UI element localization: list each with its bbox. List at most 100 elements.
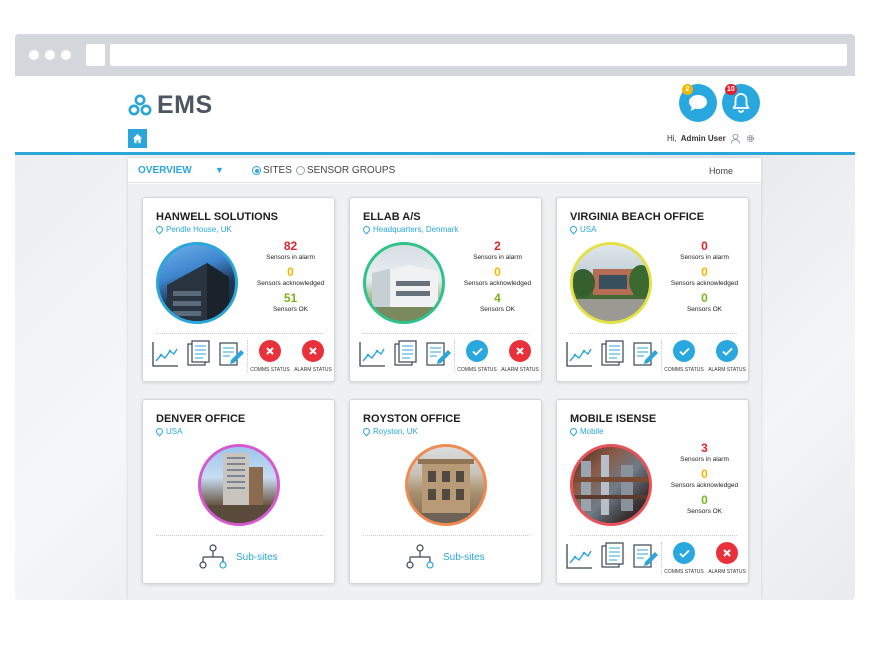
alarm-status-label: ALARM STATUS bbox=[501, 367, 539, 373]
alarm-label: Sensors in alarm bbox=[680, 456, 729, 463]
report-icon[interactable] bbox=[392, 340, 420, 368]
chart-icon[interactable] bbox=[565, 340, 593, 368]
ok-count: 0 bbox=[701, 493, 708, 507]
alarm-status[interactable]: ALARM STATUS bbox=[702, 340, 752, 373]
edit-icon[interactable] bbox=[217, 340, 245, 368]
address-bar[interactable] bbox=[110, 44, 847, 66]
report-icon[interactable] bbox=[185, 340, 213, 368]
chevron-down-icon[interactable]: ▼ bbox=[215, 165, 224, 175]
edit-icon[interactable] bbox=[631, 542, 659, 570]
ok-label: Sensors OK bbox=[686, 508, 723, 515]
site-location-text: Pendle House, UK bbox=[166, 225, 232, 234]
site-location[interactable]: Mobile bbox=[568, 426, 604, 437]
browser-tab[interactable] bbox=[86, 44, 105, 66]
home-icon bbox=[132, 133, 143, 144]
location-pin-icon bbox=[154, 426, 165, 437]
sensor-stats: 2 Sensors in alarm 0 Sensors acknowledge… bbox=[460, 239, 535, 317]
ok-label: Sensors OK bbox=[272, 306, 309, 313]
alarm-status-label: ALARM STATUS bbox=[294, 367, 332, 373]
ok-count: 0 bbox=[701, 291, 708, 305]
site-location-text: Royston, UK bbox=[373, 427, 418, 436]
site-location-text: Mobile bbox=[580, 427, 604, 436]
edit-icon[interactable] bbox=[631, 340, 659, 368]
alarm-label: Sensors in alarm bbox=[680, 254, 729, 261]
chat-icon bbox=[689, 95, 707, 111]
checkmark-icon bbox=[673, 340, 695, 362]
site-title: DENVER OFFICE bbox=[156, 413, 246, 425]
overview-dropdown[interactable]: OVERVIEW bbox=[138, 165, 192, 176]
alarm-count: 2 bbox=[494, 239, 501, 253]
site-card[interactable]: VIRGINIA BEACH OFFICE USA 0 Sensors in a… bbox=[556, 197, 749, 382]
ok-count: 4 bbox=[494, 291, 501, 305]
site-card[interactable]: MOBILE ISENSE Mobile 3 Sensors in alarm … bbox=[556, 399, 749, 584]
sensor-groups-label[interactable]: SENSOR GROUPS bbox=[307, 165, 395, 176]
ack-count: 0 bbox=[287, 265, 294, 279]
site-card[interactable]: ROYSTON OFFICE Royston, UK Sub-sites bbox=[349, 399, 542, 584]
home-button[interactable] bbox=[128, 129, 147, 148]
gear-icon[interactable] bbox=[745, 133, 756, 144]
alarm-count: 82 bbox=[283, 239, 298, 253]
card-actions: COMMS STATUS ALARM STATUS bbox=[563, 340, 748, 375]
sitemap-icon bbox=[406, 544, 434, 569]
sites-radio[interactable] bbox=[252, 166, 261, 175]
close-icon bbox=[302, 340, 324, 362]
report-icon[interactable] bbox=[599, 340, 627, 368]
location-pin-icon bbox=[568, 426, 579, 437]
alarm-status[interactable]: ALARM STATUS bbox=[288, 340, 338, 373]
card-divider bbox=[156, 535, 323, 536]
alarm-status[interactable]: ALARM STATUS bbox=[702, 542, 752, 575]
site-location[interactable]: Pendle House, UK bbox=[154, 224, 232, 235]
site-location-text: USA bbox=[580, 225, 597, 234]
site-card[interactable]: HANWELL SOLUTIONS Pendle House, UK 82 Se… bbox=[142, 197, 335, 382]
site-location[interactable]: Royston, UK bbox=[361, 426, 418, 437]
browser-toolbar bbox=[15, 34, 855, 76]
site-location[interactable]: USA bbox=[154, 426, 183, 437]
subsites-link[interactable]: Sub-sites bbox=[198, 544, 278, 570]
chart-icon[interactable] bbox=[565, 542, 593, 570]
close-icon bbox=[509, 340, 531, 362]
building-image bbox=[201, 453, 277, 523]
building-image bbox=[366, 265, 442, 321]
building-image bbox=[408, 459, 484, 523]
sensor-stats: 0 Sensors in alarm 0 Sensors acknowledge… bbox=[667, 239, 742, 317]
card-divider bbox=[570, 333, 737, 334]
site-location-text: USA bbox=[166, 427, 183, 436]
card-actions: COMMS STATUS ALARM STATUS bbox=[149, 340, 334, 375]
sensor-groups-radio[interactable] bbox=[295, 166, 305, 175]
messages-badge: 2 bbox=[682, 84, 693, 95]
subsites-link[interactable]: Sub-sites bbox=[405, 544, 485, 570]
user-icon[interactable] bbox=[730, 133, 741, 144]
view-toolbar: OVERVIEW ▼ SITES SENSOR GROUPS Home bbox=[128, 158, 761, 183]
site-photo bbox=[405, 444, 487, 526]
site-photo bbox=[156, 242, 238, 324]
alarm-status[interactable]: ALARM STATUS bbox=[495, 340, 545, 373]
ack-label: Sensors acknowledged bbox=[256, 280, 325, 287]
chart-icon[interactable] bbox=[358, 340, 386, 368]
card-divider bbox=[363, 535, 530, 536]
alarm-status-label: ALARM STATUS bbox=[708, 569, 746, 575]
alarm-label: Sensors in alarm bbox=[266, 254, 315, 261]
edit-icon[interactable] bbox=[424, 340, 452, 368]
chart-icon[interactable] bbox=[151, 340, 179, 368]
site-card[interactable]: ELLAB A/S Headquarters, Denmark 2 Sensor… bbox=[349, 197, 542, 382]
user-name: Admin User bbox=[680, 134, 726, 143]
app-logo[interactable]: EMS bbox=[128, 91, 213, 120]
site-title: MOBILE ISENSE bbox=[570, 413, 657, 425]
messages-button[interactable]: 2 bbox=[679, 84, 717, 122]
alarm-label: Sensors in alarm bbox=[473, 254, 522, 261]
ack-label: Sensors acknowledged bbox=[670, 482, 739, 489]
site-card[interactable]: DENVER OFFICE USA Sub-sites bbox=[142, 399, 335, 584]
breadcrumb[interactable]: Home bbox=[709, 166, 733, 176]
site-photo bbox=[363, 242, 445, 324]
report-icon[interactable] bbox=[599, 542, 627, 570]
alarms-button[interactable]: 10 bbox=[722, 84, 760, 122]
site-photo bbox=[570, 444, 652, 526]
view-switch: SITES SENSOR GROUPS bbox=[252, 165, 395, 176]
card-divider bbox=[363, 333, 530, 334]
window-dot bbox=[29, 50, 39, 60]
alarm-count: 0 bbox=[701, 239, 708, 253]
card-divider bbox=[570, 535, 737, 536]
site-location[interactable]: Headquarters, Denmark bbox=[361, 224, 458, 235]
site-location[interactable]: USA bbox=[568, 224, 597, 235]
sites-label[interactable]: SITES bbox=[263, 165, 292, 176]
